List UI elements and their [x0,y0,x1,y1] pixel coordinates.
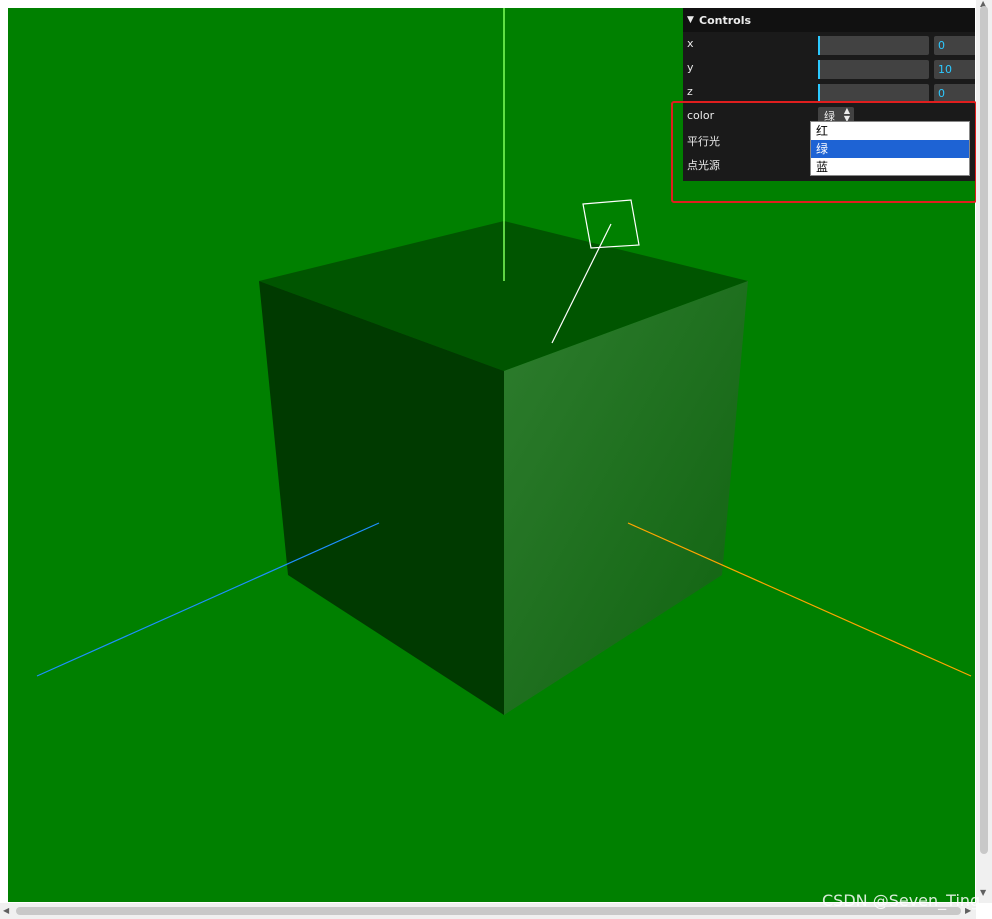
x-slider[interactable] [818,36,929,55]
x-label: x [687,37,694,50]
controls-header[interactable]: ▼ Controls [683,8,975,32]
chevron-down-icon: ▼ [687,15,694,25]
z-label: z [687,85,693,98]
y-control: y 10 [683,56,975,80]
watermark: CSDN @Seven_Ting [822,891,981,910]
annotation-highlight-box [671,101,977,203]
vertical-scrollbar[interactable]: ▲ ▼ [976,0,992,903]
x-input[interactable]: 0 [934,36,975,55]
y-label: y [687,61,694,74]
vertical-scroll-thumb[interactable] [980,6,988,854]
scroll-left-icon[interactable]: ◀ [3,906,9,915]
y-slider[interactable] [818,60,929,79]
controls-title: Controls [699,13,752,27]
horizontal-scroll-thumb[interactable] [16,907,961,915]
x-control: x 0 [683,32,975,56]
scroll-down-icon[interactable]: ▼ [980,888,986,897]
y-input[interactable]: 10 [934,60,975,79]
